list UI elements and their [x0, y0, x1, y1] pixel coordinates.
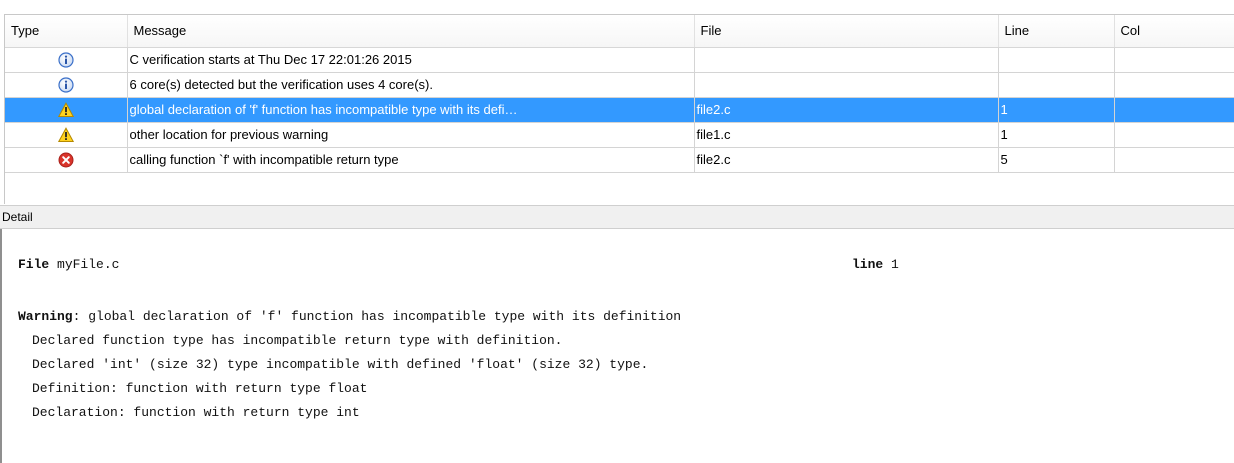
col-cell — [1114, 47, 1234, 73]
table-row[interactable]: other location for previous warning file1… — [5, 122, 1234, 148]
detail-file-name: myFile.c — [57, 257, 120, 272]
detail-line-3: Definition: function with return type fl… — [32, 381, 368, 396]
detail-header: Detail — [0, 205, 1234, 229]
detail-line-value: 1 — [891, 257, 899, 272]
line-cell: 1 — [998, 122, 1115, 148]
type-cell — [5, 97, 128, 123]
file-cell — [694, 47, 999, 73]
column-header-file[interactable]: File — [694, 15, 999, 48]
detail-file-label: File — [18, 257, 50, 272]
detail-file-line: File myFile.c — [18, 257, 119, 272]
messages-table: Type Message File Line Col C verificatio… — [5, 15, 1234, 173]
col-cell — [1114, 122, 1234, 148]
file-cell: file1.c — [694, 122, 999, 148]
detail-pane[interactable]: File myFile.c line 1 Warning: global dec… — [0, 229, 1234, 463]
col-cell — [1114, 147, 1234, 173]
warning-icon — [57, 101, 74, 117]
message-cell: 6 core(s) detected but the verification … — [127, 72, 695, 98]
message-cell: other location for previous warning — [127, 122, 695, 148]
detail-line-4: Declaration: function with return type i… — [32, 405, 360, 420]
detail-line-1: Declared function type has incompatible … — [32, 333, 563, 348]
detail-warning-text: : global declaration of 'f' function has… — [72, 309, 682, 324]
detail-line-info: line 1 — [852, 257, 899, 272]
type-cell — [5, 147, 128, 173]
detail-warning-label: Warning — [18, 309, 73, 324]
type-cell — [5, 72, 128, 98]
error-icon — [58, 151, 74, 168]
column-header-col[interactable]: Col — [1114, 15, 1234, 48]
detail-line-2: Declared 'int' (size 32) type incompatib… — [32, 357, 649, 372]
message-cell: C verification starts at Thu Dec 17 22:0… — [127, 47, 695, 73]
table-row[interactable]: C verification starts at Thu Dec 17 22:0… — [5, 47, 1234, 73]
col-cell — [1114, 72, 1234, 98]
type-cell — [5, 47, 128, 73]
table-row[interactable]: calling function `f' with incompatible r… — [5, 147, 1234, 173]
table-header-row: Type Message File Line Col — [5, 15, 1234, 48]
line-cell — [998, 72, 1115, 98]
line-cell: 1 — [998, 97, 1115, 123]
file-cell — [694, 72, 999, 98]
column-header-message[interactable]: Message — [127, 15, 695, 48]
table-row[interactable]: 6 core(s) detected but the verification … — [5, 72, 1234, 98]
results-table: Type Message File Line Col C verificatio… — [4, 14, 1234, 204]
warning-icon — [57, 126, 74, 142]
line-cell: 5 — [998, 147, 1115, 173]
type-cell — [5, 122, 128, 148]
table-row[interactable]: global declaration of 'f' function has i… — [5, 97, 1234, 123]
info-icon — [58, 76, 74, 93]
message-cell: global declaration of 'f' function has i… — [127, 97, 695, 123]
column-header-type[interactable]: Type — [5, 15, 128, 48]
file-cell: file2.c — [694, 97, 999, 123]
column-header-line[interactable]: Line — [998, 15, 1115, 48]
info-icon — [58, 51, 74, 68]
line-cell — [998, 47, 1115, 73]
message-cell: calling function `f' with incompatible r… — [127, 147, 695, 173]
detail-warning: Warning: global declaration of 'f' funct… — [18, 309, 681, 324]
col-cell — [1114, 97, 1234, 123]
file-cell: file2.c — [694, 147, 999, 173]
detail-line-label: line — [852, 257, 884, 272]
